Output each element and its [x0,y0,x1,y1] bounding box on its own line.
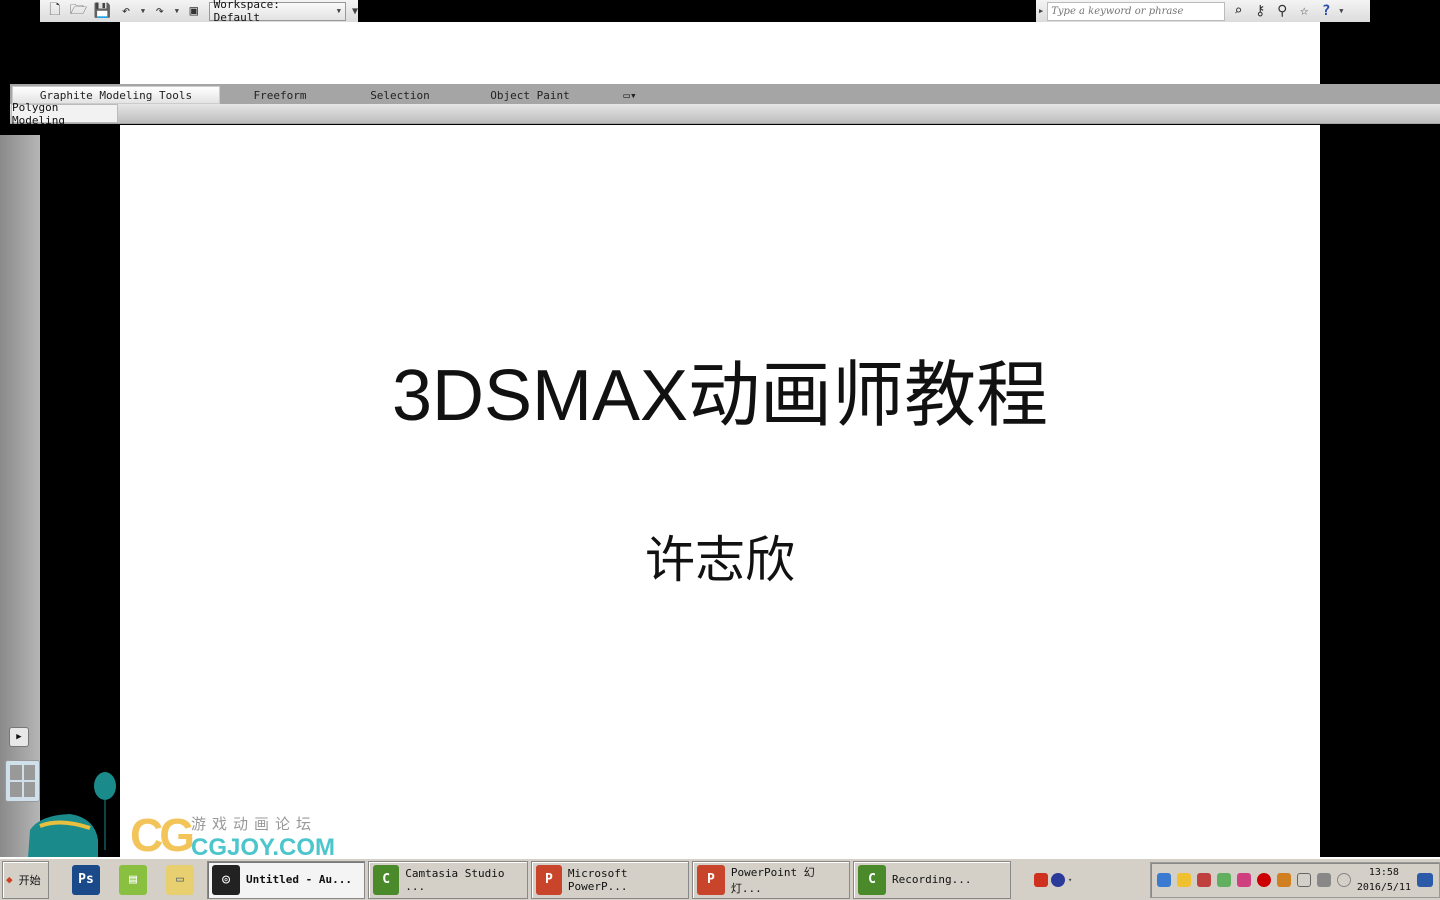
watermark-cg: CG [130,809,195,861]
window-label: Untitled - Au... [246,873,352,886]
stop-icon[interactable] [1256,872,1271,887]
slide-title: 3DSMAX动画师教程 [391,356,1049,436]
undo-icon[interactable]: ↶ [117,3,135,19]
tab-freeform[interactable]: Freeform [220,86,340,104]
clock-time: 13:58 [1368,866,1399,878]
camtasia-icon: C [373,864,400,895]
help-dropdown-icon[interactable]: ▼ [1339,7,1343,15]
help-tray-icon[interactable] [1051,872,1065,887]
ribbon-panel [10,104,1440,123]
ribbon-options-icon[interactable]: ▭▾ [600,86,660,104]
help-icon[interactable]: ? [1317,3,1335,19]
flag-icon[interactable] [1296,872,1311,887]
taskbar: ◆ 开始 Ps ▤ ▭ ◎ Untitled - Au... C Camtasia S… [0,857,1440,900]
window-label: Microsoft PowerP... [567,866,628,893]
undo-dropdown-icon[interactable]: ▼ [141,7,145,15]
redo-dropdown-icon[interactable]: ▼ [175,7,179,15]
security-shield-icon[interactable] [1156,872,1171,887]
chevron-down-icon: ▼ [336,7,341,15]
customize-toolbar-icon[interactable]: ▼ [352,6,358,17]
speaker-icon[interactable] [1196,872,1211,887]
save-icon[interactable]: 💾 [93,3,111,19]
taskbar-window-recording[interactable]: C Recording... [853,860,1011,899]
clock-date: 2016/5/11 [1356,881,1411,893]
taskbar-window-powerpoint[interactable]: P Microsoft PowerP... [531,860,689,899]
mascot-robot-icon [20,770,120,858]
window-label: Camtasia Studio ... [405,866,505,893]
viewport-top [120,22,1320,84]
project-folder-icon[interactable]: ▣ [185,3,203,19]
workspace-dropdown[interactable]: Workspace: Default ▼ [208,0,346,24]
slide [120,125,1320,857]
expand-arrow-icon[interactable]: ▶ [1039,7,1043,15]
polygon-modeling-panel[interactable]: Polygon Modeling [11,101,118,127]
redo-icon[interactable]: ↷ [151,3,169,19]
star-icon[interactable]: ☆ [1295,3,1313,19]
sogou-input-icon[interactable] [1034,872,1048,887]
windows-logo-icon: ◆ [6,873,13,886]
taskbar-window-3dsmax[interactable]: ◎ Untitled - Au... [207,860,365,899]
language-bar-icon[interactable]: ▾ [1068,876,1072,884]
workspace-label: Workspace: Default [213,0,280,24]
satellite-icon[interactable]: ⚲ [1273,3,1291,19]
bug-icon[interactable] [1236,872,1251,887]
infocenter-bar: ▶ ⌕ ⚷ ⚲ ☆ ? ▼ [1036,0,1370,22]
clock[interactable]: 13:58 2016/5/11 [1357,865,1411,895]
taskbar-window-camtasia[interactable]: C Camtasia Studio ... [368,860,528,899]
window-label: PowerPoint 幻灯... [730,865,815,895]
folder-icon[interactable]: ▭ [166,864,194,895]
show-desktop-icon[interactable] [1417,872,1433,887]
weather-icon[interactable] [1176,872,1191,887]
open-folder-icon[interactable]: 🗁 [70,2,88,19]
taskbar-window-slideshow[interactable]: P PowerPoint 幻灯... [692,860,850,899]
update-check-icon[interactable] [1216,872,1231,887]
binoculars-icon[interactable]: ⌕ [1229,3,1247,19]
key-icon[interactable]: ⚷ [1251,3,1269,19]
system-tray: 13:58 2016/5/11 [1149,861,1440,898]
3dsmax-icon: ◎ [212,864,240,895]
slide-author: 许志欣 [645,531,795,589]
search-input[interactable] [1047,1,1226,21]
new-file-icon[interactable]: 🗋 [46,2,64,19]
powerpoint-icon: P [536,864,562,895]
notepad-icon[interactable]: ▤ [119,864,147,895]
photoshop-icon[interactable]: Ps [72,864,100,895]
quick-access-toolbar: 🗋 🗁 💾 ↶ ▼ ↷ ▼ ▣ Workspace: Default ▼ ▼ [40,0,358,24]
media-icon[interactable] [1276,872,1291,887]
tab-object-paint[interactable]: Object Paint [460,86,600,104]
start-button[interactable]: ◆ 开始 [2,860,49,899]
play-icon[interactable]: ▶ [9,727,29,747]
network-icon[interactable] [1316,872,1331,887]
tab-selection[interactable]: Selection [340,86,460,104]
volume-icon[interactable] [1336,872,1351,887]
camtasia-recorder-icon: C [858,864,886,895]
start-label: 开始 [18,873,41,887]
powerpoint-doc-icon: P [697,864,725,895]
watermark-tagline: 游戏动画论坛 [191,816,318,833]
cgjoy-watermark: CG 游戏动画论坛 CGJOY.COM [130,808,335,862]
left-side-panel: ▶ [0,135,40,858]
window-label: Recording... [892,873,972,886]
